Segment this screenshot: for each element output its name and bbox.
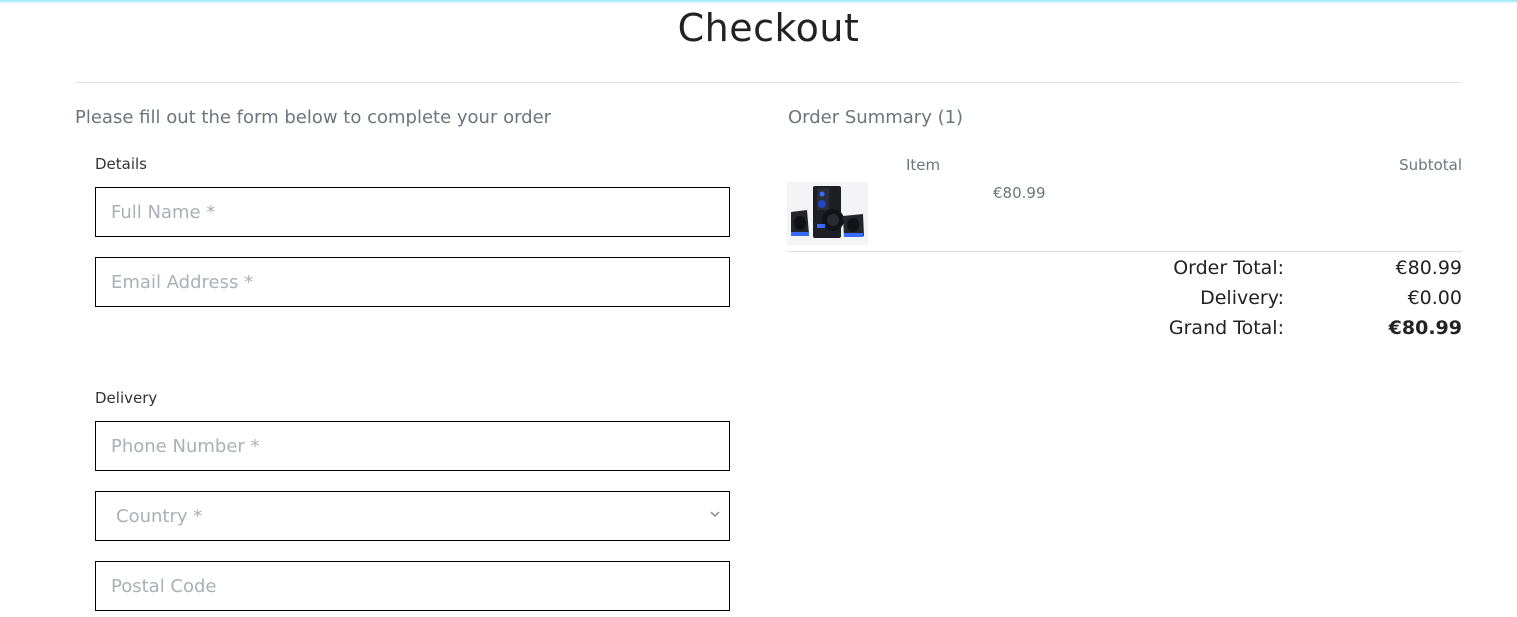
item-column-header: Item bbox=[906, 156, 941, 174]
summary-divider bbox=[787, 251, 1462, 252]
form-intro-text: Please fill out the form below to comple… bbox=[75, 107, 552, 128]
grand-total-row: Grand Total: €80.99 bbox=[787, 313, 1462, 343]
email-field[interactable] bbox=[95, 257, 730, 307]
title-divider bbox=[75, 82, 1462, 83]
full-name-input[interactable] bbox=[96, 188, 729, 236]
order-summary-title: Order Summary (1) bbox=[788, 107, 964, 128]
grand-total-label: Grand Total: bbox=[1168, 317, 1284, 339]
postal-code-field[interactable] bbox=[95, 561, 730, 611]
delivery-section-label: Delivery bbox=[95, 389, 158, 407]
page-title: Checkout bbox=[677, 6, 860, 50]
email-input[interactable] bbox=[96, 258, 729, 306]
country-field[interactable]: Country * bbox=[95, 491, 730, 541]
order-total-row: Order Total: €80.99 bbox=[787, 253, 1462, 283]
subtotal-column-header: Subtotal bbox=[1399, 156, 1462, 174]
speaker-set-icon bbox=[787, 182, 868, 245]
postal-code-input[interactable] bbox=[96, 562, 729, 610]
details-section-label: Details bbox=[95, 155, 148, 173]
delivery-row: Delivery: €0.00 bbox=[787, 283, 1462, 313]
order-total-label: Order Total: bbox=[1173, 257, 1284, 279]
phone-field[interactable] bbox=[95, 421, 730, 471]
delivery-cost-value: €0.00 bbox=[1407, 287, 1462, 309]
country-select[interactable]: Country * bbox=[96, 492, 729, 540]
line-item-price: €80.99 bbox=[993, 184, 1046, 202]
order-total-value: €80.99 bbox=[1395, 257, 1462, 279]
top-accent-bar bbox=[0, 0, 1517, 3]
phone-input[interactable] bbox=[96, 422, 729, 470]
grand-total-value: €80.99 bbox=[1388, 317, 1462, 339]
product-image[interactable] bbox=[787, 182, 868, 245]
delivery-cost-label: Delivery: bbox=[1200, 287, 1284, 309]
full-name-field[interactable] bbox=[95, 187, 730, 237]
